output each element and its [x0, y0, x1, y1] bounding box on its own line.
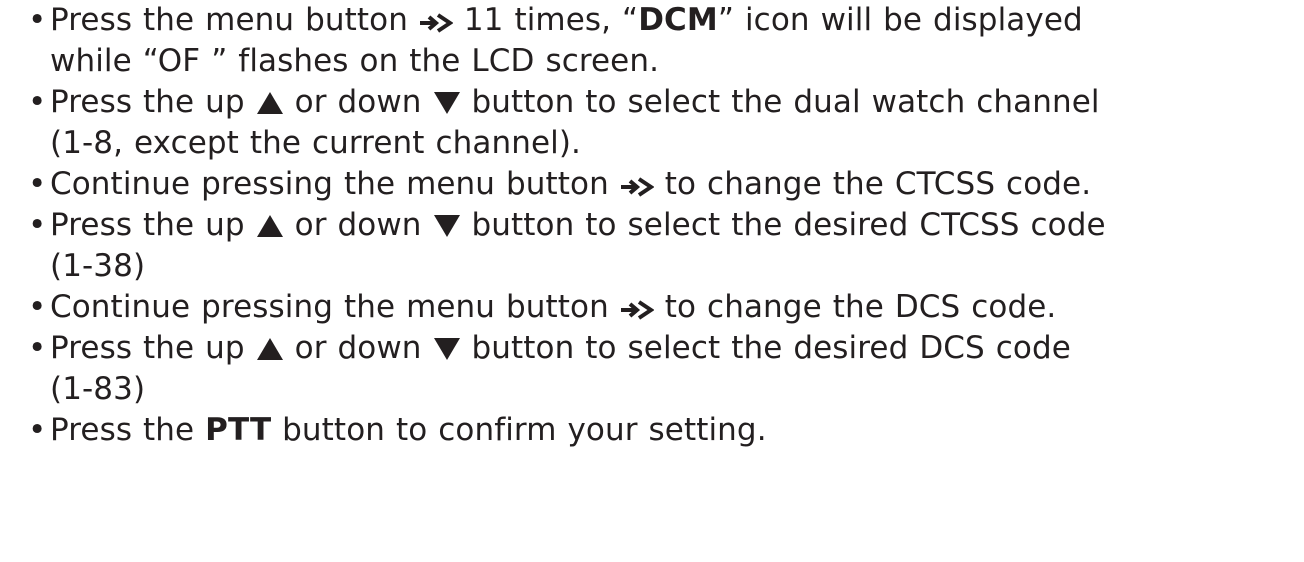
bullet: • [28, 412, 47, 448]
step-text: Continue pressing the menu button [50, 289, 609, 325]
menu-arrow-icon [419, 13, 453, 33]
step-line-continued: while “OF ” flashes on the LCD screen. [50, 43, 660, 79]
step-text: Press the menu button [50, 2, 408, 38]
step-line-continued: (1-83) [50, 371, 146, 407]
list-item: • Continue pressing the menu button to c… [28, 287, 1296, 328]
instruction-list: • Press the menu button 11 times, “DCM” … [28, 0, 1296, 451]
list-item: • Press the menu button 11 times, “DCM” … [28, 0, 1296, 82]
step-line: Continue pressing the menu button to cha… [50, 287, 1296, 328]
step-text: or down [283, 84, 422, 120]
step-text: Press the up [50, 207, 245, 243]
step-text: 11 times, “ [452, 2, 639, 38]
step-text: or down [283, 207, 422, 243]
bullet: • [28, 289, 47, 325]
menu-arrow-icon [620, 177, 654, 197]
step-text: button to select the desired DCS code [460, 330, 1071, 366]
up-triangle-icon [256, 338, 283, 360]
up-triangle-icon [256, 92, 283, 114]
list-item: • Press the up or down button to select … [28, 205, 1296, 287]
instruction-document: • Press the menu button 11 times, “DCM” … [28, 0, 1296, 451]
step-text: ” icon will be displayed [717, 2, 1083, 38]
step-line: Press the up or down button to select th… [50, 82, 1296, 123]
down-triangle-icon [433, 92, 460, 114]
down-triangle-icon [433, 338, 460, 360]
step-line: Press the menu button 11 times, “DCM” ic… [50, 0, 1296, 41]
step-line: Press the up or down button to select th… [50, 205, 1296, 246]
step-text: or down [283, 330, 422, 366]
step-line-continued: (1-38) [50, 248, 146, 284]
bullet: • [28, 2, 47, 38]
step-line-continued: (1-8, except the current channel). [50, 125, 581, 161]
list-item: • Press the PTT button to confirm your s… [28, 410, 1296, 451]
step-text: button to select the desired CTCSS code [460, 207, 1106, 243]
step-text: Continue pressing the menu button [50, 166, 609, 202]
step-text: to change the DCS code. [653, 289, 1057, 325]
bullet: • [28, 207, 47, 243]
step-line: Press the PTT button to confirm your set… [50, 410, 1296, 451]
down-triangle-icon [433, 215, 460, 237]
step-line: Press the up or down button to select th… [50, 328, 1296, 369]
step-line: Continue pressing the menu button to cha… [50, 164, 1296, 205]
up-triangle-icon [256, 215, 283, 237]
list-item: • Press the up or down button to select … [28, 82, 1296, 164]
step-text: Press the up [50, 84, 245, 120]
step-text: Press the up [50, 330, 245, 366]
bullet: • [28, 84, 47, 120]
bullet: • [28, 330, 47, 366]
dcm-label: DCM [638, 2, 718, 38]
list-item: • Continue pressing the menu button to c… [28, 164, 1296, 205]
list-item: • Press the up or down button to select … [28, 328, 1296, 410]
ptt-label: PTT [205, 412, 272, 448]
step-text: Press the [50, 412, 206, 448]
step-text: button to confirm your setting. [271, 412, 767, 448]
bullet: • [28, 166, 47, 202]
step-text: button to select the dual watch channel [460, 84, 1100, 120]
menu-arrow-icon [620, 300, 654, 320]
step-text: to change the CTCSS code. [653, 166, 1092, 202]
